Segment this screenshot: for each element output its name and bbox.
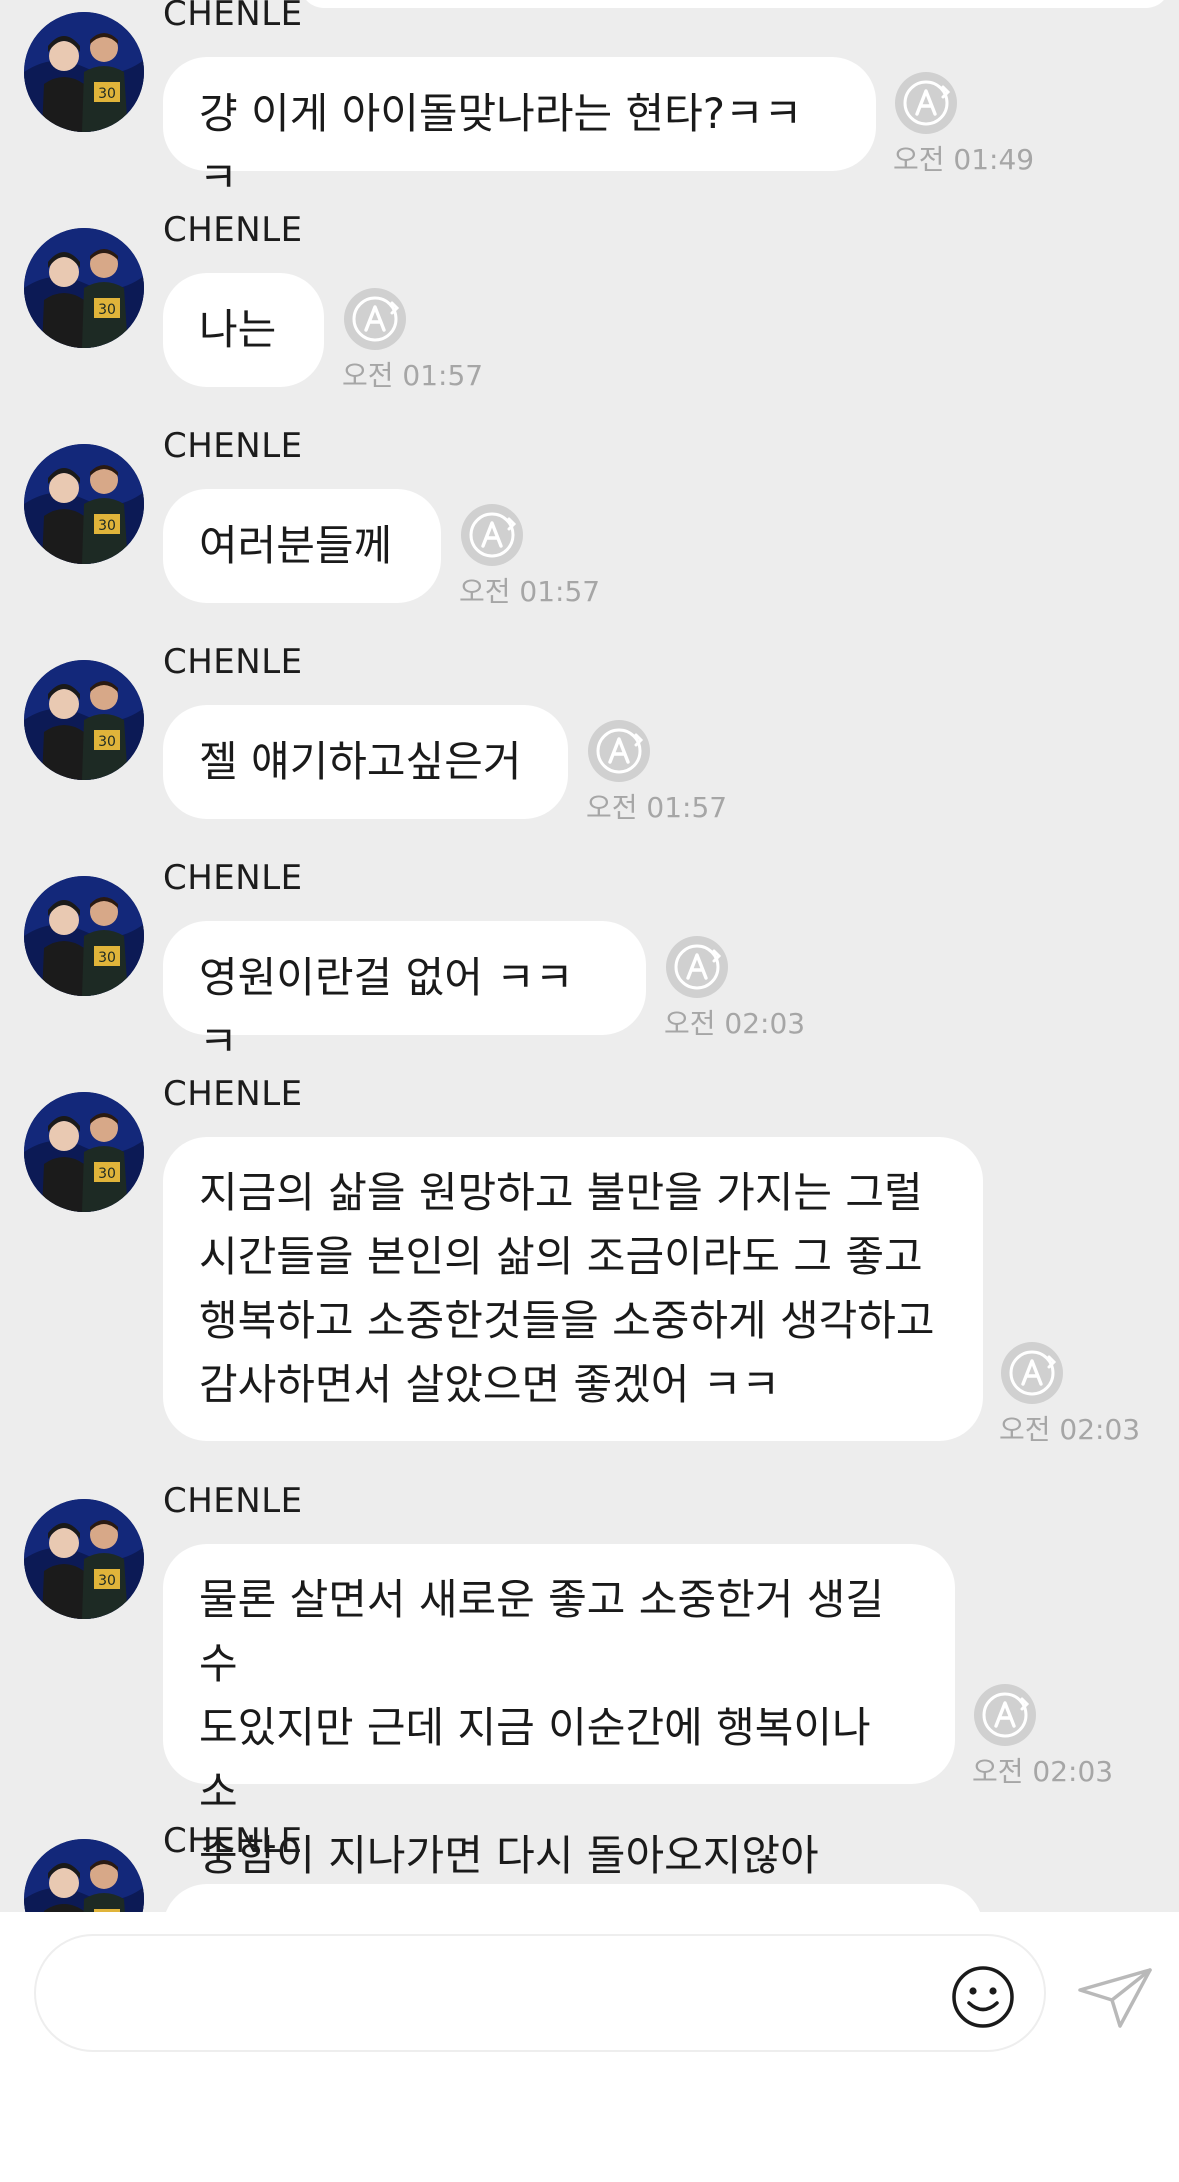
avatar[interactable]: 30 — [24, 1092, 144, 1212]
message-bubble[interactable] — [163, 1884, 983, 1912]
avatar[interactable]: 30 — [24, 1839, 144, 1912]
auto-translate-icon[interactable] — [972, 1682, 1038, 1748]
timestamp: 오전 01:57 — [586, 791, 728, 824]
message-input[interactable] — [34, 1934, 1046, 2052]
avatar[interactable]: 30 — [24, 12, 144, 132]
message-bubble[interactable]: 나는 — [163, 273, 324, 387]
timestamp: 오전 02:03 — [664, 1007, 806, 1040]
message-bubble[interactable]: 영원이란걸 없어 ㅋㅋㅋ — [163, 921, 646, 1066]
message-bubble[interactable]: 물론 살면서 새로운 좋고 소중한거 생길수 도있지만 근데 지금 이순간에 행… — [163, 1544, 955, 1880]
timestamp: 오전 01:57 — [342, 359, 484, 392]
smiley-icon[interactable] — [950, 1964, 1016, 2030]
message-meta: 오전 01:57 — [342, 286, 483, 394]
message-bubble[interactable]: 젤 얘기하고싶은거 — [163, 705, 568, 819]
message-meta: 오전 02:03 — [972, 1682, 1113, 1790]
message-bubble[interactable]: 여러분들께 — [163, 489, 441, 603]
composer-bar — [0, 1912, 1179, 2182]
svg-text:30: 30 — [98, 302, 116, 318]
previous-bubble-edge — [300, 0, 1170, 8]
avatar[interactable]: 30 — [24, 444, 144, 564]
sender-name: CHENLE — [163, 1481, 303, 1521]
sender-name: CHENLE — [163, 1821, 303, 1861]
message-meta: 오전 02:03 — [999, 1340, 1140, 1448]
sender-name: CHENLE — [163, 1074, 303, 1114]
svg-text:30: 30 — [98, 950, 116, 966]
auto-translate-icon[interactable] — [459, 502, 525, 568]
message-meta: 오전 01:49 — [893, 70, 1034, 178]
sender-name: CHENLE — [163, 858, 303, 898]
sender-name: CHENLE — [163, 426, 303, 466]
sender-name: CHENLE — [163, 642, 303, 682]
auto-translate-icon[interactable] — [893, 70, 959, 136]
auto-translate-icon[interactable] — [999, 1340, 1065, 1406]
svg-text:30: 30 — [98, 734, 116, 750]
svg-text:30: 30 — [98, 1166, 116, 1182]
avatar[interactable]: 30 — [24, 228, 144, 348]
chat-screen: 30 CHENLE 걍 이게 아이돌맞나라는 현타?ㅋㅋㅋ 오전 01:49 3… — [0, 0, 1179, 2182]
sender-name: CHENLE — [163, 210, 303, 250]
timestamp: 오전 01:57 — [459, 575, 601, 608]
sender-name: CHENLE — [163, 0, 303, 34]
svg-text:30: 30 — [98, 518, 116, 534]
message-meta: 오전 02:03 — [664, 934, 805, 1042]
timestamp: 오전 02:03 — [972, 1755, 1114, 1788]
svg-text:30: 30 — [98, 86, 116, 102]
svg-text:30: 30 — [98, 1573, 116, 1589]
message-meta: 오전 01:57 — [586, 718, 727, 826]
message-meta: 오전 01:57 — [459, 502, 600, 610]
timestamp: 오전 01:49 — [893, 143, 1035, 176]
timestamp: 오전 02:03 — [999, 1413, 1141, 1446]
avatar[interactable]: 30 — [24, 660, 144, 780]
message-bubble[interactable]: 지금의 삶을 원망하고 불만을 가지는 그럴 시간들을 본인의 삶의 조금이라도… — [163, 1137, 983, 1441]
auto-translate-icon[interactable] — [586, 718, 652, 784]
message-bubble[interactable]: 걍 이게 아이돌맞나라는 현타?ㅋㅋㅋ — [163, 57, 876, 202]
paper-plane-icon[interactable] — [1076, 1964, 1154, 2030]
avatar[interactable]: 30 — [24, 1499, 144, 1619]
avatar[interactable]: 30 — [24, 876, 144, 996]
message-list[interactable]: 30 CHENLE 걍 이게 아이돌맞나라는 현타?ㅋㅋㅋ 오전 01:49 3… — [0, 0, 1179, 1912]
auto-translate-icon[interactable] — [342, 286, 408, 352]
auto-translate-icon[interactable] — [664, 934, 730, 1000]
